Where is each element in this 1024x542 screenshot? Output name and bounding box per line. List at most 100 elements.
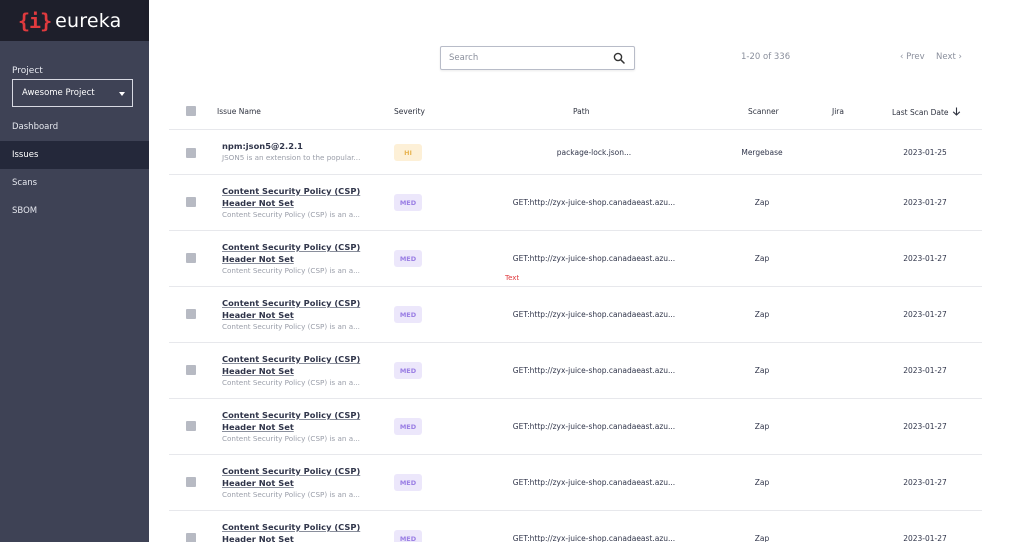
path-cell: GET:http://zyx-juice-shop.canadaeast.azu… xyxy=(512,198,676,207)
sidebar-item-sbom[interactable]: SBOM xyxy=(0,197,149,225)
date-cell: 2023-01-27 xyxy=(903,478,947,487)
next-page-button[interactable]: Next › xyxy=(936,52,962,62)
path-cell: GET:http://zyx-juice-shop.canadaeast.azu… xyxy=(512,366,676,375)
severity-badge: MED xyxy=(394,362,422,379)
column-header-issue-name[interactable]: Issue Name xyxy=(217,107,261,116)
severity-badge: MED xyxy=(394,474,422,491)
search-icon[interactable] xyxy=(613,52,625,64)
table-row[interactable]: Content Security Policy (CSP) Header Not… xyxy=(169,455,982,511)
issue-name-link-line2[interactable]: Header Not Set xyxy=(222,365,294,377)
table-row[interactable]: Content Security Policy (CSP) Header Not… xyxy=(169,343,982,399)
issue-name-link[interactable]: Content Security Policy (CSP) xyxy=(222,353,360,365)
row-checkbox[interactable] xyxy=(186,533,196,542)
column-header-jira[interactable]: Jira xyxy=(832,107,844,116)
table-row[interactable]: Content Security Policy (CSP) Header Not… xyxy=(169,287,982,343)
project-select[interactable]: Awesome Project xyxy=(12,79,133,107)
issue-name-link[interactable]: Content Security Policy (CSP) xyxy=(222,241,360,253)
row-checkbox[interactable] xyxy=(186,148,196,158)
date-cell: 2023-01-27 xyxy=(903,366,947,375)
issue-name-link-line2[interactable]: Header Not Set xyxy=(222,477,294,489)
issue-name-link-line2[interactable]: Header Not Set xyxy=(222,197,294,209)
issue-name-link-line2[interactable]: Header Not Set xyxy=(222,253,294,265)
issue-name-link-line2[interactable]: Header Not Set xyxy=(222,309,294,321)
issue-name-link-line2[interactable]: Header Not Set xyxy=(222,421,294,433)
date-cell: 2023-01-25 xyxy=(903,148,947,157)
severity-badge: HI xyxy=(394,144,422,161)
select-all-checkbox[interactable] xyxy=(186,106,196,116)
eureka-logo-icon: {i} xyxy=(18,8,52,33)
table-row[interactable]: Content Security Policy (CSP) Header Not… xyxy=(169,399,982,455)
issue-description: Content Security Policy (CSP) is an a... xyxy=(222,434,360,443)
sidebar-item-scans[interactable]: Scans xyxy=(0,169,149,197)
search-placeholder: Search xyxy=(449,53,479,63)
table-row[interactable]: npm:json5@2.2.1 JSON5 is an extension to… xyxy=(169,130,982,175)
path-cell: GET:http://zyx-juice-shop.canadaeast.azu… xyxy=(512,310,676,319)
issue-name-link[interactable]: Content Security Policy (CSP) xyxy=(222,297,360,309)
table-header: Issue Name Severity Path Scanner Jira La… xyxy=(169,93,982,130)
path-cell: GET:http://zyx-juice-shop.canadaeast.azu… xyxy=(512,422,676,431)
scanner-cell: Zap xyxy=(754,254,770,263)
sidebar-item-dashboard[interactable]: Dashboard xyxy=(0,113,149,141)
search-input[interactable]: Search xyxy=(440,46,635,70)
sidebar-nav: Dashboard Issues Scans SBOM xyxy=(0,113,149,225)
severity-badge: MED xyxy=(394,194,422,211)
brand-bar: {i} eureka xyxy=(0,0,149,41)
row-checkbox[interactable] xyxy=(186,253,196,263)
date-cell: 2023-01-27 xyxy=(903,254,947,263)
path-cell: GET:http://zyx-juice-shop.canadaeast.azu… xyxy=(512,254,676,263)
issue-name-link[interactable]: npm:json5@2.2.1 xyxy=(222,140,303,152)
path-cell: GET:http://zyx-juice-shop.canadaeast.azu… xyxy=(512,478,676,487)
scanner-cell: Zap xyxy=(754,534,770,542)
sidebar-item-issues[interactable]: Issues xyxy=(0,141,149,169)
main-content: Search 1-20 of 336 ‹ Prev Next › Issue N… xyxy=(149,41,1024,542)
brand-name: eureka xyxy=(55,9,122,32)
issue-name-link[interactable]: Content Security Policy (CSP) xyxy=(222,521,360,533)
issue-name-link[interactable]: Content Security Policy (CSP) xyxy=(222,465,360,477)
date-cell: 2023-01-27 xyxy=(903,310,947,319)
table-row[interactable]: Content Security Policy (CSP) Header Not… xyxy=(169,231,982,287)
severity-badge: MED xyxy=(394,306,422,323)
issue-name-link[interactable]: Content Security Policy (CSP) xyxy=(222,185,360,197)
path-cell: package-lock.json... xyxy=(556,148,632,157)
issue-name-link-line2[interactable]: Header Not Set xyxy=(222,533,294,542)
scanner-cell: Zap xyxy=(754,198,770,207)
scanner-cell: Zap xyxy=(754,422,770,431)
scanner-cell: Mergebase xyxy=(741,148,783,157)
table-row[interactable]: Content Security Policy (CSP) Header Not… xyxy=(169,175,982,231)
issue-name-link[interactable]: Content Security Policy (CSP) xyxy=(222,409,360,421)
severity-badge: MED xyxy=(394,530,422,542)
table-row[interactable]: Content Security Policy (CSP) Header Not… xyxy=(169,511,982,542)
prev-page-button[interactable]: ‹ Prev xyxy=(900,52,925,62)
row-checkbox[interactable] xyxy=(186,421,196,431)
path-cell: GET:http://zyx-juice-shop.canadaeast.azu… xyxy=(512,534,676,542)
issue-description: Content Security Policy (CSP) is an a... xyxy=(222,378,360,387)
pagination-range: 1-20 of 336 xyxy=(741,52,791,62)
stray-text-label: Text xyxy=(505,274,520,282)
date-cell: 2023-01-27 xyxy=(903,198,947,207)
date-cell: 2023-01-27 xyxy=(903,422,947,431)
severity-badge: MED xyxy=(394,418,422,435)
column-header-severity[interactable]: Severity xyxy=(394,107,425,116)
severity-badge: MED xyxy=(394,250,422,267)
top-bar xyxy=(149,0,1024,41)
row-checkbox[interactable] xyxy=(186,365,196,375)
caret-down-icon xyxy=(119,92,125,96)
column-header-scanner[interactable]: Scanner xyxy=(748,107,779,116)
row-checkbox[interactable] xyxy=(186,197,196,207)
issue-description: Content Security Policy (CSP) is an a... xyxy=(222,266,360,275)
issue-description: Content Security Policy (CSP) is an a... xyxy=(222,210,360,219)
date-cell: 2023-01-27 xyxy=(903,534,947,542)
column-header-path[interactable]: Path xyxy=(573,107,589,116)
scanner-cell: Zap xyxy=(754,366,770,375)
issue-description: Content Security Policy (CSP) is an a... xyxy=(222,490,360,499)
arrow-down-icon xyxy=(952,107,961,116)
scanner-cell: Zap xyxy=(754,310,770,319)
row-checkbox[interactable] xyxy=(186,477,196,487)
sidebar: {i} eureka Project Awesome Project Dashb… xyxy=(0,0,149,542)
project-label: Project xyxy=(12,66,43,76)
column-header-last-scan-date[interactable]: Last Scan Date xyxy=(892,107,961,117)
row-checkbox[interactable] xyxy=(186,309,196,319)
issue-description: Content Security Policy (CSP) is an a... xyxy=(222,322,360,331)
scanner-cell: Zap xyxy=(754,478,770,487)
issue-description: JSON5 is an extension to the popular... xyxy=(222,153,361,162)
